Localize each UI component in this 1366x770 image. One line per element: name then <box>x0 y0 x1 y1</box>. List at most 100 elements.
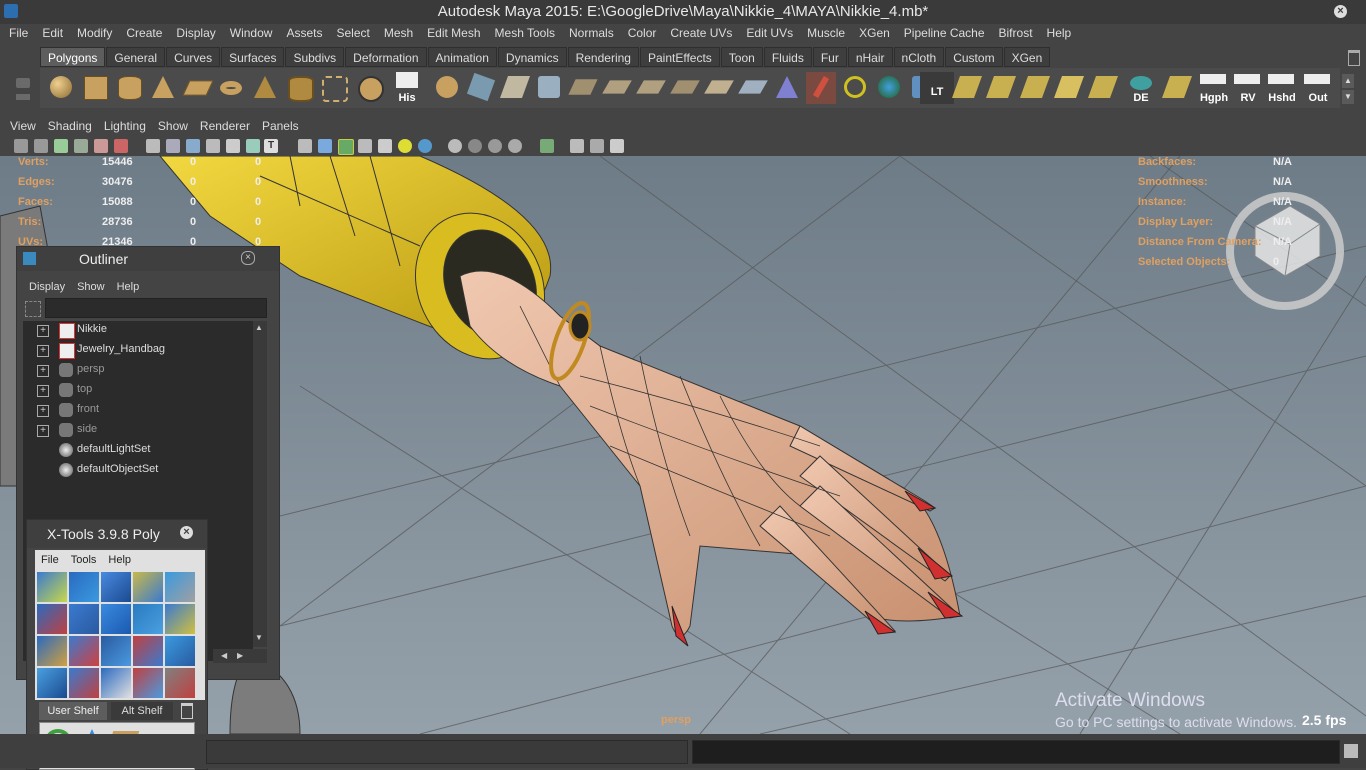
append-icon[interactable] <box>636 72 666 104</box>
menu-bifrost[interactable]: Bifrost <box>992 24 1040 43</box>
grid-tool-2-icon[interactable] <box>985 72 1017 104</box>
safe-action-icon[interactable] <box>246 139 260 153</box>
scroll-up-icon[interactable]: ▲ <box>255 323 263 332</box>
trash-icon[interactable] <box>181 703 193 719</box>
grid-tool-1-icon[interactable] <box>951 72 983 104</box>
panel-menu-show[interactable]: Show <box>152 116 194 136</box>
xtool-8-icon[interactable] <box>101 604 131 634</box>
xtool-7-icon[interactable] <box>69 604 99 634</box>
menu-pipeline-cache[interactable]: Pipeline Cache <box>897 24 992 43</box>
outliner-row-default-light-set[interactable]: defaultLightSet <box>23 441 253 461</box>
image-plane-icon[interactable] <box>74 139 88 153</box>
expand-icon[interactable]: + <box>37 385 49 397</box>
insert-edge-icon[interactable] <box>704 72 734 104</box>
out-icon[interactable]: Out <box>1300 72 1336 104</box>
xtools-title-bar[interactable]: X-Tools 3.9.8 Poly × <box>27 520 207 548</box>
grid-toggle-icon[interactable] <box>146 139 160 153</box>
poly-helix-icon[interactable] <box>318 72 348 104</box>
select-camera-icon[interactable] <box>14 139 28 153</box>
separate-icon[interactable] <box>466 72 496 104</box>
depth-of-field-icon[interactable] <box>508 139 522 153</box>
xtool-17-icon[interactable] <box>69 668 99 698</box>
resolution-gate-icon[interactable] <box>186 139 200 153</box>
tab-fur[interactable]: Fur <box>812 47 847 67</box>
menu-mesh[interactable]: Mesh <box>377 24 420 43</box>
poly-torus-icon[interactable] <box>216 72 246 104</box>
multisample-aa-icon[interactable] <box>488 139 502 153</box>
paint-select-icon[interactable] <box>806 72 836 104</box>
shadows-icon[interactable] <box>418 139 432 153</box>
menu-modify[interactable]: Modify <box>70 24 119 43</box>
camera-attributes-icon[interactable] <box>34 139 48 153</box>
tab-curves[interactable]: Curves <box>166 47 221 67</box>
xtool-16-icon[interactable] <box>37 668 67 698</box>
shelf-scroll-down-icon[interactable]: ▼ <box>1342 90 1354 104</box>
poly-cylinder-icon[interactable] <box>114 72 144 104</box>
poly-pipe-icon[interactable] <box>284 72 314 104</box>
screen-space-ao-icon[interactable] <box>448 139 462 153</box>
menu-create[interactable]: Create <box>119 24 169 43</box>
xtool-5-icon[interactable] <box>165 572 195 602</box>
xtools-menu-file[interactable]: File <box>35 550 65 570</box>
poly-cone-icon[interactable] <box>148 72 178 104</box>
wireframe-icon[interactable] <box>298 139 312 153</box>
use-all-lights-icon[interactable] <box>398 139 412 153</box>
expand-icon[interactable]: + <box>37 425 49 437</box>
xtool-10-icon[interactable] <box>165 604 195 634</box>
tab-subdivs[interactable]: Subdivs <box>285 47 345 67</box>
xtools-menu-help[interactable]: Help <box>102 550 137 570</box>
xtool-15-icon[interactable] <box>165 636 195 666</box>
expand-icon[interactable]: + <box>37 365 49 377</box>
xtool-14-icon[interactable] <box>133 636 163 666</box>
film-gate-icon[interactable] <box>166 139 180 153</box>
target-icon[interactable] <box>840 72 870 104</box>
expand-icon[interactable]: + <box>37 405 49 417</box>
outliner-horizontal-scrollbar[interactable]: ◀ ▶ <box>213 649 267 663</box>
tab-polygons[interactable]: Polygons <box>40 47 106 67</box>
scroll-left-icon[interactable]: ◀ <box>221 651 227 660</box>
offset-edge-icon[interactable] <box>738 72 768 104</box>
menu-assets[interactable]: Assets <box>279 24 329 43</box>
grease-pencil-icon[interactable] <box>114 139 128 153</box>
motion-blur-icon[interactable] <box>468 139 482 153</box>
gate-mask-icon[interactable] <box>206 139 220 153</box>
outliner-menu-show[interactable]: Show <box>71 277 111 297</box>
xtool-20-icon[interactable] <box>165 668 195 698</box>
poly-sphere-icon[interactable] <box>46 72 76 104</box>
shelf-grip-icon[interactable] <box>16 78 30 88</box>
menu-edit[interactable]: Edit <box>35 24 70 43</box>
xtool-13-icon[interactable] <box>101 636 131 666</box>
de-icon[interactable]: DE <box>1126 72 1156 104</box>
bridge-icon[interactable] <box>602 72 632 104</box>
outliner-row-front[interactable]: + front <box>23 401 253 421</box>
grid-tool-6-icon[interactable] <box>1161 72 1193 104</box>
tab-surfaces[interactable]: Surfaces <box>221 47 285 67</box>
xray-joints-icon[interactable] <box>610 139 624 153</box>
xtool-19-icon[interactable] <box>133 668 163 698</box>
menu-help[interactable]: Help <box>1040 24 1079 43</box>
tab-animation[interactable]: Animation <box>427 47 497 67</box>
xtool-6-icon[interactable] <box>37 604 67 634</box>
poly-plane-icon[interactable] <box>182 72 214 104</box>
menu-muscle[interactable]: Muscle <box>800 24 852 43</box>
alt-shelf-tab[interactable]: Alt Shelf <box>111 702 173 720</box>
scroll-right-icon[interactable]: ▶ <box>237 651 243 660</box>
scroll-down-icon[interactable]: ▼ <box>255 633 263 642</box>
extract-icon[interactable] <box>499 72 531 104</box>
panel-menu-panels[interactable]: Panels <box>256 116 305 136</box>
shelf-collapse-icon[interactable] <box>16 94 30 100</box>
poly-pyramid-icon[interactable] <box>250 72 280 104</box>
tab-ncloth[interactable]: nCloth <box>893 47 945 67</box>
xtool-4-icon[interactable] <box>133 572 163 602</box>
tab-painteffects[interactable]: PaintEffects <box>639 47 720 67</box>
menu-window[interactable]: Window <box>223 24 280 43</box>
tab-dynamics[interactable]: Dynamics <box>497 47 567 67</box>
outliner-row-top[interactable]: + top <box>23 381 253 401</box>
outliner-menu-display[interactable]: Display <box>23 277 71 297</box>
xtool-12-icon[interactable] <box>69 636 99 666</box>
outliner-row-side[interactable]: + side <box>23 421 253 441</box>
tab-fluids[interactable]: Fluids <box>763 47 812 67</box>
tab-custom[interactable]: Custom <box>945 47 1003 67</box>
tab-rendering[interactable]: Rendering <box>567 47 639 67</box>
uv-sphere-icon[interactable] <box>874 72 904 104</box>
